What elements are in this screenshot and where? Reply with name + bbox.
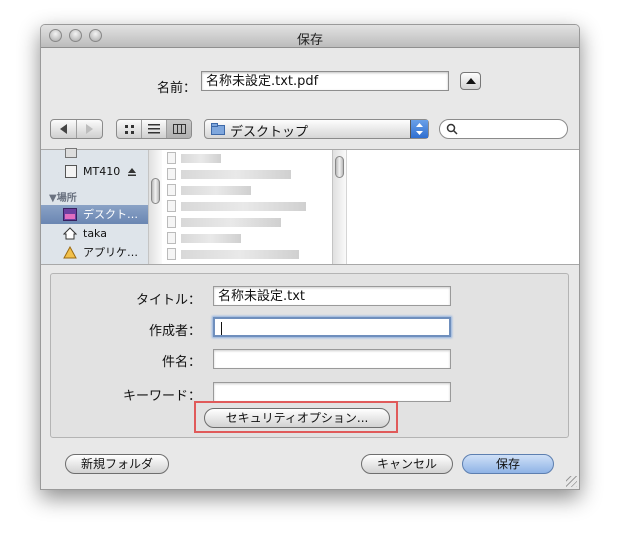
- keywords-label: キーワード：: [122, 389, 201, 404]
- sidebar: MT410 ▼場所 デスクト… taka アプリケ…: [41, 148, 149, 264]
- list-item[interactable]: [167, 200, 307, 213]
- sidebar-item-mt410[interactable]: MT410: [41, 162, 148, 181]
- scrollbar-thumb[interactable]: [335, 156, 344, 178]
- blurred-filename: [181, 234, 241, 243]
- blurred-filename: [181, 218, 281, 227]
- document-icon: [167, 200, 176, 212]
- document-icon: [167, 152, 176, 164]
- title-bar: 保存: [41, 25, 579, 48]
- forward-arrow-icon: [86, 124, 93, 134]
- desktop-folder-icon: [63, 208, 77, 221]
- stepper-icon: [410, 120, 428, 138]
- save-as-label: 名前：: [157, 81, 197, 96]
- location-label: デスクトップ: [230, 125, 309, 140]
- list-item[interactable]: [167, 232, 307, 245]
- view-mode-control: [116, 119, 192, 139]
- sidebar-item-applications[interactable]: アプリケ…: [41, 243, 148, 262]
- list-item[interactable]: [167, 248, 307, 261]
- sidebar-item-label: taka: [83, 227, 107, 240]
- title-input[interactable]: 名称未設定.txt: [213, 286, 451, 306]
- highlight-box: [194, 401, 398, 433]
- back-forward-control: [50, 119, 103, 139]
- keywords-input[interactable]: [213, 382, 451, 402]
- author-label: 作成者：: [148, 324, 201, 339]
- subject-input[interactable]: [213, 349, 451, 369]
- sidebar-item-partial[interactable]: [41, 144, 148, 163]
- location-popup[interactable]: デスクトップ: [204, 119, 429, 140]
- scrollbar-thumb[interactable]: [151, 178, 160, 204]
- icon-view-icon: [124, 124, 134, 134]
- document-icon: [167, 232, 176, 244]
- column-view-icon: [172, 124, 186, 134]
- list-item[interactable]: [167, 184, 307, 197]
- file-list-scrollbar[interactable]: [332, 150, 346, 264]
- expand-dialog-button[interactable]: [460, 72, 481, 90]
- sidebar-item-desktop[interactable]: デスクト…: [41, 205, 148, 224]
- resize-grip-icon[interactable]: [566, 476, 577, 487]
- desktop-folder-icon: [211, 123, 225, 135]
- document-icon: [167, 184, 176, 196]
- sidebar-item-label: アプリケ…: [83, 246, 138, 259]
- document-icon: [167, 248, 176, 260]
- title-label: タイトル：: [135, 293, 201, 308]
- save-as-input[interactable]: 名称未設定.txt.pdf: [201, 71, 449, 91]
- sidebar-item-label: デスクト…: [83, 208, 138, 221]
- drive-icon: [65, 148, 77, 158]
- list-view-icon: [148, 124, 160, 134]
- save-button[interactable]: 保存: [462, 454, 554, 474]
- blurred-filename: [181, 170, 291, 179]
- blurred-filename: [181, 186, 251, 195]
- sidebar-item-home[interactable]: taka: [41, 224, 148, 243]
- list-view-button[interactable]: [142, 120, 167, 138]
- forward-button[interactable]: [77, 120, 102, 138]
- text-caret: [221, 322, 222, 335]
- blurred-filename: [181, 250, 299, 259]
- column-view-button[interactable]: [167, 120, 191, 138]
- cancel-button[interactable]: キャンセル: [361, 454, 453, 474]
- list-item[interactable]: [167, 168, 307, 181]
- sidebar-section-places: ▼場所: [49, 193, 77, 204]
- back-arrow-icon: [60, 124, 67, 134]
- subject-label: 件名：: [161, 355, 201, 370]
- save-dialog: 保存 名前： 名称未設定.txt.pdf デスクトップ MT410 ▼場所 デス…: [40, 24, 580, 490]
- icon-view-button[interactable]: [117, 120, 142, 138]
- triangle-up-icon: [466, 78, 476, 84]
- eject-icon[interactable]: [127, 167, 137, 177]
- sidebar-scrollbar[interactable]: [148, 150, 162, 264]
- search-icon: [446, 123, 458, 135]
- list-item[interactable]: [167, 216, 307, 229]
- new-folder-button[interactable]: 新規フォルダ: [65, 454, 169, 474]
- document-icon: [167, 216, 176, 228]
- search-field[interactable]: [439, 119, 568, 139]
- blurred-filename: [181, 202, 306, 211]
- applications-icon: [63, 246, 77, 259]
- preview-column: [346, 150, 579, 264]
- author-input[interactable]: [213, 317, 451, 337]
- sidebar-item-label: MT410: [83, 165, 121, 178]
- document-icon: [167, 168, 176, 180]
- window-title: 保存: [296, 33, 323, 48]
- file-browser: MT410 ▼場所 デスクト… taka アプリケ…: [41, 148, 579, 265]
- drive-icon: [65, 165, 77, 178]
- home-icon: [63, 227, 77, 240]
- list-item[interactable]: [167, 152, 307, 165]
- back-button[interactable]: [51, 120, 77, 138]
- blurred-filename: [181, 154, 221, 163]
